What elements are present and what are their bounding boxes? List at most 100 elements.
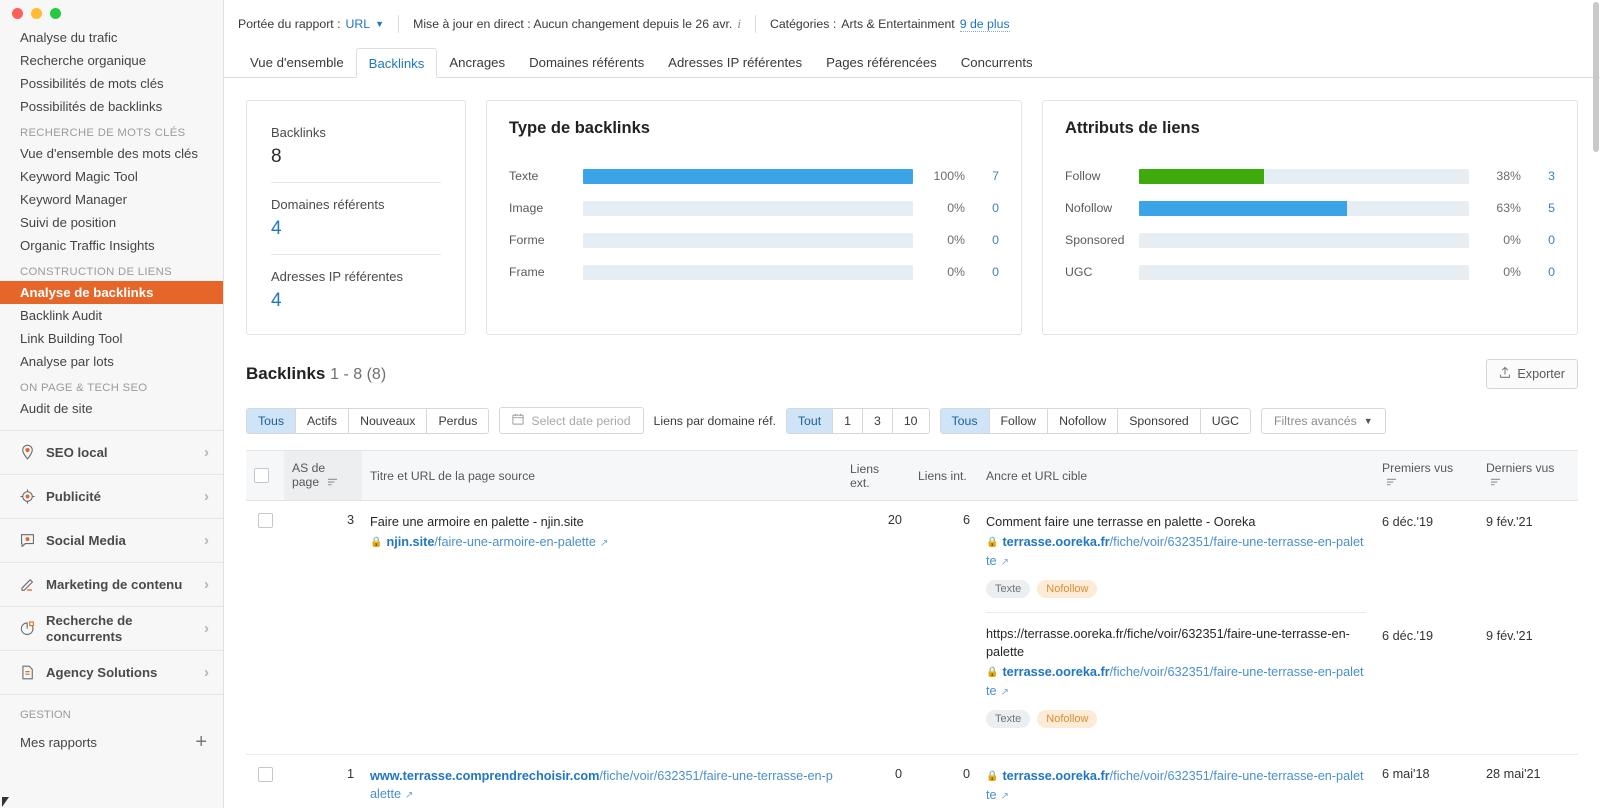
bar-count[interactable]: 7 [965, 169, 999, 183]
table-row[interactable]: 1 www.terrasse.comprendrechoisir.com/fic… [246, 754, 1578, 808]
date-period-picker[interactable]: Select date period [499, 407, 644, 434]
sidebar-item-keyword-gap[interactable]: Possibilités de mots clés [0, 72, 223, 95]
tab-anchors[interactable]: Ancrages [437, 48, 517, 77]
report-scope-value[interactable]: URL [346, 17, 371, 31]
chart-bar-row: Image 0% 0 [509, 192, 999, 224]
bar-count[interactable]: 0 [1521, 265, 1555, 279]
source-page-url[interactable]: www.terrasse.comprendrechoisir.com/fiche… [370, 767, 834, 805]
th-last-seen[interactable]: Derniers vus [1478, 450, 1578, 501]
target-icon [14, 488, 40, 505]
sidebar-group-label: Social Media [46, 532, 126, 548]
sidebar-group-agency-solutions[interactable]: Agency Solutions › [0, 650, 223, 694]
anchor-block: Comment faire une terrasse en palette - … [986, 513, 1366, 613]
th-page-as[interactable]: AS de page [284, 450, 362, 501]
bar-count[interactable]: 0 [965, 265, 999, 279]
sidebar-item-backlink-gap[interactable]: Possibilités de backlinks [0, 95, 223, 118]
bar-track [1139, 264, 1469, 280]
sidebar-item-position-tracking[interactable]: Suivi de position [0, 211, 223, 234]
sidebar-item-my-reports[interactable]: Mes rapports + [0, 729, 223, 755]
select-all-checkbox[interactable] [254, 468, 269, 484]
maximize-window-button[interactable] [50, 7, 61, 19]
tab-backlinks[interactable]: Backlinks [355, 48, 438, 78]
target-url[interactable]: 🔒 terrasse.ooreka.fr/fiche/voir/632351/fa… [986, 663, 1366, 702]
tab-overview[interactable]: Vue d'ensemble [238, 48, 356, 77]
bar-count[interactable]: 0 [965, 233, 999, 247]
lpd-10[interactable]: 10 [892, 408, 929, 433]
sidebar-item-traffic-analytics[interactable]: Analyse du trafic [0, 26, 223, 49]
external-link-icon[interactable]: ↗ [1001, 557, 1009, 568]
sidebar-item-backlink-analytics[interactable]: Analyse de backlinks [0, 281, 223, 304]
attr-sponsored[interactable]: Sponsored [1118, 408, 1201, 433]
external-link-icon[interactable]: ↗ [1001, 687, 1009, 698]
target-url[interactable]: 🔒 terrasse.ooreka.fr/fiche/voir/632351/fa… [986, 533, 1366, 572]
tab-referring-ips[interactable]: Adresses IP référentes [656, 48, 814, 77]
status-filter-actifs[interactable]: Actifs [295, 408, 350, 433]
attr-tous[interactable]: Tous [940, 408, 990, 433]
sidebar-item-keyword-magic-tool[interactable]: Keyword Magic Tool [0, 165, 223, 188]
url-domain: njin.site [386, 535, 435, 549]
sidebar-item-bulk-analysis[interactable]: Analyse par lots [0, 350, 223, 373]
sidebar-group-label: Marketing de contenu [46, 576, 183, 592]
info-icon[interactable]: i [737, 16, 741, 32]
sidebar-group-competitive-research[interactable]: Recherche de concurrents › [0, 606, 223, 650]
sidebar-item-site-audit[interactable]: Audit de site [0, 397, 223, 420]
attr-nofollow[interactable]: Nofollow [1048, 408, 1119, 433]
th-source-page[interactable]: Titre et URL de la page source [362, 450, 842, 501]
url-domain: terrasse.ooreka.fr [1002, 535, 1110, 549]
tab-referring-domains[interactable]: Domaines référents [517, 48, 656, 77]
chevron-right-icon: › [204, 664, 209, 681]
tab-indexed-pages[interactable]: Pages référencées [814, 48, 949, 77]
chart-bar-row: UGC 0% 0 [1065, 256, 1555, 288]
chevron-down-icon[interactable]: ▼ [375, 19, 384, 29]
scrollbar-thumb[interactable] [1593, 2, 1599, 152]
row-checkbox[interactable] [257, 513, 273, 529]
table-row[interactable]: 3 Faire une armoire en palette - njin.si… [246, 500, 1578, 755]
close-window-button[interactable] [12, 7, 23, 19]
lpd-tout[interactable]: Tout [786, 408, 834, 433]
sidebar-group-local-seo[interactable]: SEO local › [0, 430, 223, 474]
lpd-1[interactable]: 1 [833, 408, 863, 433]
vertical-scrollbar[interactable] [1592, 0, 1600, 808]
row-checkbox[interactable] [257, 767, 273, 783]
categories-more-link[interactable]: 9 de plus [959, 17, 1010, 32]
status-filter-nouveaux[interactable]: Nouveaux [349, 408, 428, 433]
bar-count[interactable]: 5 [1521, 201, 1555, 215]
th-external-links[interactable]: Liens ext. [842, 450, 910, 501]
sidebar-group-advertising[interactable]: Publicité › [0, 474, 223, 518]
sidebar-item-backlink-audit[interactable]: Backlink Audit [0, 304, 223, 327]
advanced-filters-button[interactable]: Filtres avancés ▼ [1261, 407, 1386, 434]
sidebar-group-content-marketing[interactable]: Marketing de contenu › [0, 562, 223, 606]
sidebar-item-organic-research[interactable]: Recherche organique [0, 49, 223, 72]
external-link-icon[interactable]: ↗ [600, 538, 608, 549]
export-button[interactable]: Exporter [1486, 359, 1578, 389]
minimize-window-button[interactable] [31, 7, 42, 19]
total-label: Adresses IP référentes [271, 269, 403, 284]
th-anchor-target[interactable]: Ancre et URL cible [978, 450, 1374, 501]
target-url[interactable]: 🔒 terrasse.ooreka.fr/fiche/voir/632351/fa… [986, 767, 1366, 806]
lpd-3[interactable]: 3 [863, 408, 893, 433]
attr-follow[interactable]: Follow [989, 408, 1049, 433]
sidebar-item-link-building-tool[interactable]: Link Building Tool [0, 327, 223, 350]
status-filter-perdus[interactable]: Perdus [427, 408, 489, 433]
bar-count[interactable]: 0 [1521, 233, 1555, 247]
sidebar-item-organic-traffic-insights[interactable]: Organic Traffic Insights [0, 234, 223, 257]
report-scope[interactable]: Portée du rapport : URL ▼ [238, 17, 398, 31]
tab-competitors[interactable]: Concurrents [949, 48, 1045, 77]
add-report-icon[interactable]: + [195, 732, 207, 752]
source-page-url[interactable]: 🔒 njin.site/faire-une-armoire-en-palette ↗ [370, 533, 834, 553]
sidebar-heading-keywords: RECHERCHE DE MOTS CLÉS [20, 127, 186, 139]
status-filter-tous[interactable]: Tous [247, 408, 296, 433]
th-internal-links[interactable]: Liens int. [910, 450, 978, 501]
sidebar-group-social-media[interactable]: Social Media › [0, 518, 223, 562]
sidebar-item-keyword-manager[interactable]: Keyword Manager [0, 188, 223, 211]
external-link-icon[interactable]: ↗ [405, 790, 413, 801]
total-value[interactable]: 4 [271, 218, 441, 240]
sidebar-item-keyword-overview[interactable]: Vue d'ensemble des mots clés [0, 142, 223, 165]
bar-count[interactable]: 3 [1521, 169, 1555, 183]
total-value[interactable]: 4 [271, 290, 441, 312]
table-body: 3 Faire une armoire en palette - njin.si… [246, 500, 1578, 808]
th-first-seen[interactable]: Premiers vus [1374, 450, 1478, 501]
external-link-icon[interactable]: ↗ [1001, 791, 1009, 802]
attr-ugc[interactable]: UGC [1200, 408, 1251, 433]
bar-count[interactable]: 0 [965, 201, 999, 215]
